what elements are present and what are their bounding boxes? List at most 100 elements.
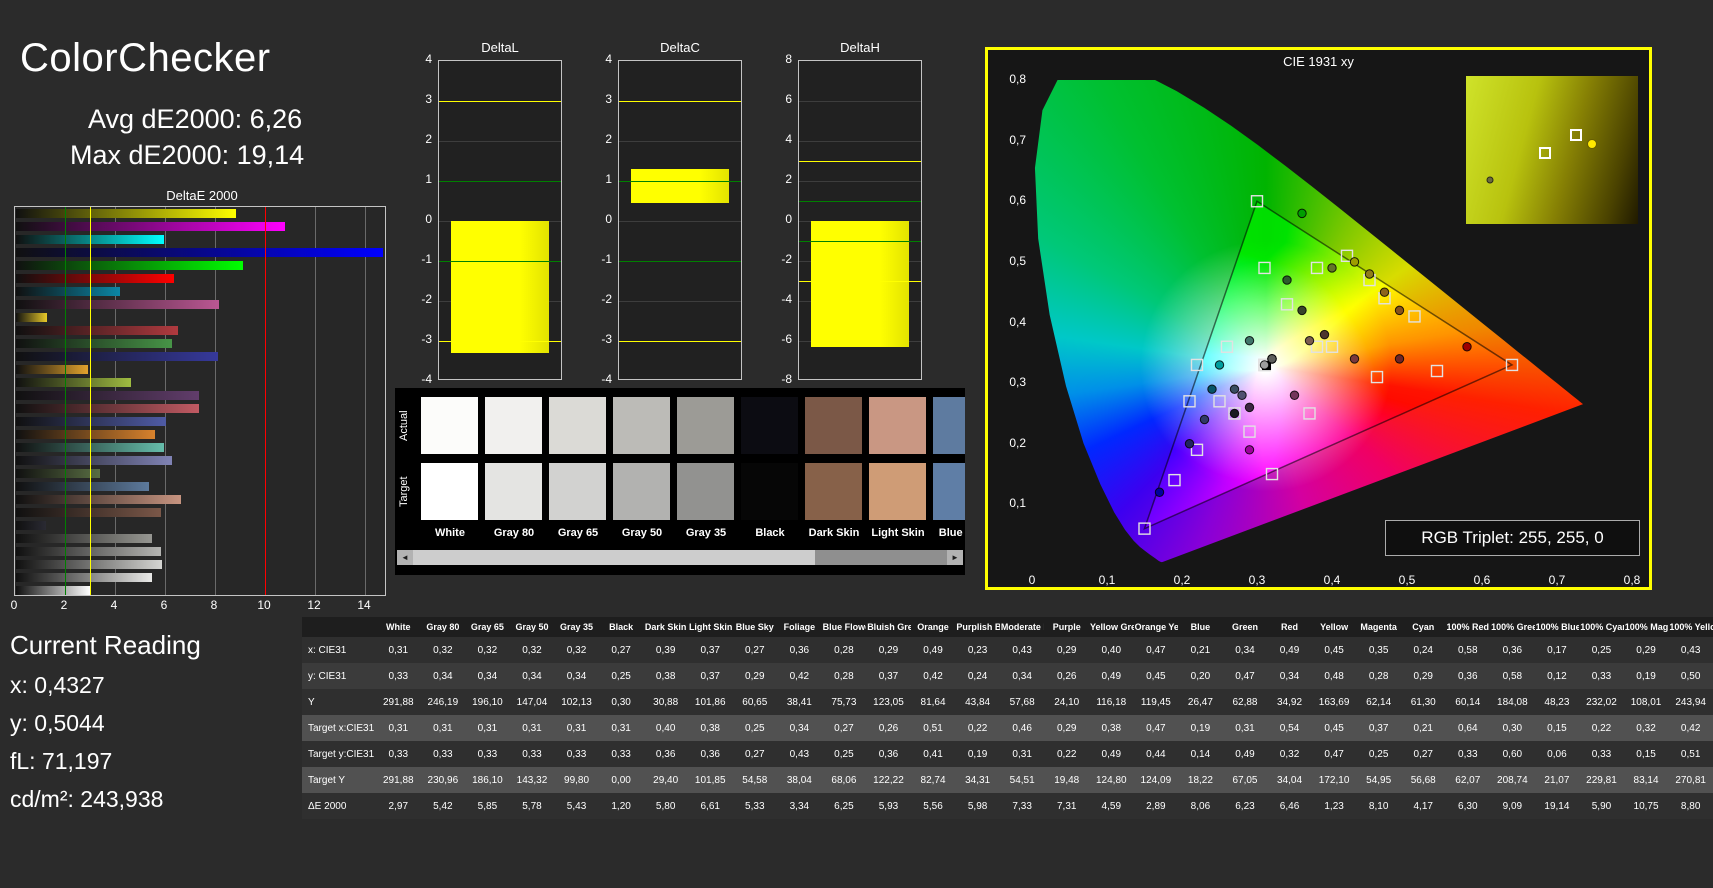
deltae-bar-yellow (16, 313, 47, 322)
cell: 0,47 (1312, 741, 1357, 767)
cell: 19,48 (1044, 767, 1089, 793)
swatch-actual-gray-80[interactable] (485, 397, 542, 454)
axis-tick-label: -4 (758, 292, 792, 306)
deltal-chart-panel[interactable]: DeltaL 43210-1-2-3-4 (398, 40, 573, 402)
swatch-actual-blue-sky[interactable] (933, 397, 965, 454)
swatch-scrollbar[interactable]: ◄ ► (397, 550, 963, 565)
axis-tick-label: -2 (578, 292, 612, 306)
zoom-inset (1466, 76, 1638, 224)
target-marker (1312, 262, 1323, 273)
cell: 0,31 (510, 715, 555, 741)
cell: 0,49 (1223, 741, 1268, 767)
cell: 0,34 (554, 663, 599, 689)
cell: 0,25 (1356, 741, 1401, 767)
table-row-y-cie31[interactable]: y: CIE310,330,340,340,340,340,250,380,37… (302, 663, 1713, 689)
swatch-target-gray-80[interactable] (485, 463, 542, 520)
cell: 83,14 (1624, 767, 1669, 793)
scroll-left-arrow-icon[interactable]: ◄ (397, 550, 413, 565)
column-header-light-skin: Light Skin (688, 617, 733, 637)
axis-tick-label: 6 (153, 598, 175, 612)
results-table[interactable]: WhiteGray 80Gray 65Gray 50Gray 35BlackDa… (302, 617, 1713, 819)
axis-tick-label: 2 (398, 132, 432, 146)
swatch-actual-dark-skin[interactable] (805, 397, 862, 454)
cell: 54,95 (1356, 767, 1401, 793)
swatch-actual-gray-50[interactable] (613, 397, 670, 454)
table-row-y[interactable]: Y291,88246,19196,10147,04102,130,3030,88… (302, 689, 1713, 715)
swatch-label: Gray 80 (481, 527, 547, 539)
cell: 6,25 (822, 793, 867, 819)
axis-tick-label: 4 (578, 52, 612, 66)
swatch-actual-white[interactable] (421, 397, 478, 454)
table-row-target-y-cie31[interactable]: Target y:CIE310,330,330,330,330,330,330,… (302, 741, 1713, 767)
current-reading-fl: fL: 71,197 (10, 748, 112, 775)
table-row-target-x-cie31[interactable]: Target x:CIE310,310,310,310,310,310,310,… (302, 715, 1713, 741)
target-marker (1259, 262, 1270, 273)
deltae-bar-gray-50 (16, 547, 161, 556)
x-axis: 02468101214 (14, 598, 386, 614)
table-row-e-2000[interactable]: ΔE 20002,975,425,855,785,431,205,806,615… (302, 793, 1713, 819)
threshold-line-yellow (619, 101, 741, 102)
cell: 0,34 (1267, 663, 1312, 689)
measurement-dot (1245, 446, 1253, 454)
cell: 38,04 (777, 767, 822, 793)
measurement-dot (1200, 415, 1208, 423)
cell: 0,15 (1535, 715, 1580, 741)
cell: 0,28 (822, 637, 867, 663)
axis-tick-label: -2 (398, 292, 432, 306)
target-marker (1570, 129, 1582, 141)
deltae-bar-100-blue (16, 248, 383, 257)
gridline (619, 141, 741, 142)
deltah-chart-panel[interactable]: DeltaH 86420-2-4-6-8 (758, 40, 933, 402)
axis-tick-label: -1 (578, 252, 612, 266)
swatch-actual-black[interactable] (741, 397, 798, 454)
swatch-target-light-skin[interactable] (869, 463, 926, 520)
swatch-actual-light-skin[interactable] (869, 397, 926, 454)
cell: 0,36 (1446, 663, 1491, 689)
deltae2000-chart-panel[interactable]: DeltaE 2000 02468101214 (12, 188, 392, 622)
swatch-target-white[interactable] (421, 463, 478, 520)
deltae-bar-gray-80 (16, 573, 152, 582)
swatch-target-gray-50[interactable] (613, 463, 670, 520)
cell: 0,33 (421, 741, 466, 767)
measurement-dot (1238, 391, 1246, 399)
cell: 0,29 (1044, 637, 1089, 663)
cell: 172,10 (1312, 767, 1357, 793)
swatch-target-blue-sky[interactable] (933, 463, 965, 520)
swatch-actual-gray-35[interactable] (677, 397, 734, 454)
row-label: Target y:CIE31 (302, 741, 376, 767)
cell: 243,94 (1668, 689, 1713, 715)
swatch-actual-gray-65[interactable] (549, 397, 606, 454)
swatch-target-gray-65[interactable] (549, 463, 606, 520)
cell: 0,47 (1223, 663, 1268, 689)
deltae-bar-100-red (16, 274, 174, 283)
cell: 0,29 (1624, 637, 1669, 663)
cell: 0,25 (733, 715, 778, 741)
cell: 34,92 (1267, 689, 1312, 715)
table-row-target-y[interactable]: Target Y291,88230,96186,10143,3299,800,0… (302, 767, 1713, 793)
cie1931-chart-panel[interactable]: CIE 1931 xy RGB Triplet: 255, 255, 0 00,… (985, 47, 1652, 590)
cell: 0,29 (866, 637, 911, 663)
swatch-panel[interactable]: Actual Target WhiteGray 80Gray 65Gray 50… (395, 388, 965, 575)
cell: 0,33 (376, 741, 421, 767)
threshold-line-green (799, 201, 921, 202)
swatch-target-dark-skin[interactable] (805, 463, 862, 520)
column-header-bluish-green: Bluish Green (866, 617, 911, 637)
deltac-chart-panel[interactable]: DeltaC 43210-1-2-3-4 (578, 40, 753, 402)
swatch-target-black[interactable] (741, 463, 798, 520)
deltae-bar-magenta (16, 300, 219, 309)
table-row-x-cie31[interactable]: x: CIE310,310,320,320,320,320,270,390,37… (302, 637, 1713, 663)
cell: 0,33 (1579, 741, 1624, 767)
scrollbar-thumb[interactable] (413, 550, 815, 565)
chart-frame (798, 60, 922, 380)
axis-tick-label: 0,2 (1166, 573, 1198, 587)
cell: 0,20 (1178, 663, 1223, 689)
deltae-bar-foliage (16, 469, 100, 478)
cell: 0,43 (1000, 637, 1045, 663)
threshold-line-green (439, 261, 561, 262)
swatch-target-gray-35[interactable] (677, 463, 734, 520)
cell: 0,25 (822, 741, 867, 767)
scroll-right-arrow-icon[interactable]: ► (947, 550, 963, 565)
measurement-dot (1350, 258, 1358, 266)
results-table-wrap[interactable]: WhiteGray 80Gray 65Gray 50Gray 35BlackDa… (302, 617, 1713, 823)
axis-tick-label: -4 (398, 372, 432, 386)
